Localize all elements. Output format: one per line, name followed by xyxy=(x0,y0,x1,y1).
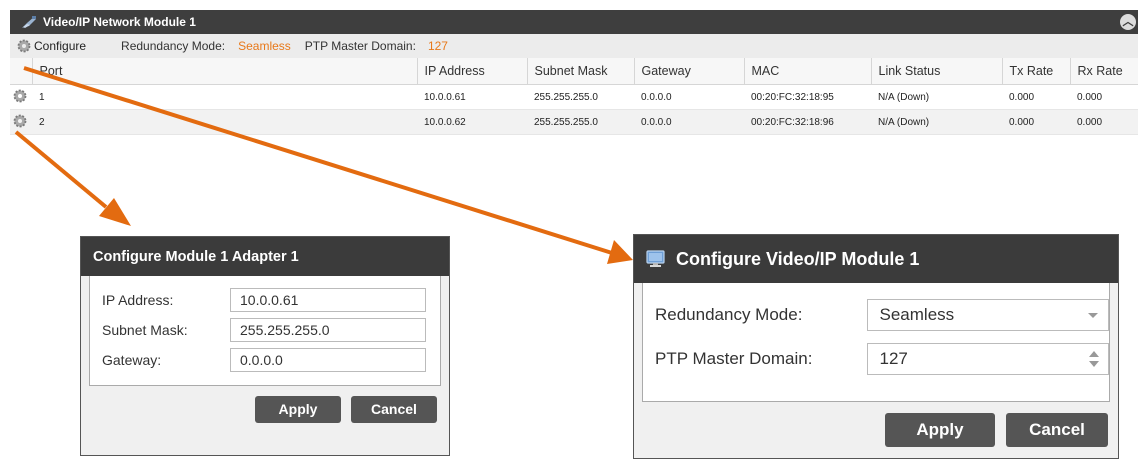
module-dialog-title: Configure Video/IP Module 1 xyxy=(676,248,920,269)
port-cell: 2 xyxy=(32,109,417,135)
configure-module-dialog: Configure Video/IP Module 1 Redundancy M… xyxy=(634,235,1118,458)
tx-rate-cell: 0.000 xyxy=(1002,109,1070,135)
module-titlebar: Video/IP Network Module 1 ︿ xyxy=(10,10,1138,34)
adapter-dialog-body: IP Address: 10.0.0.61 Subnet Mask: 255.2… xyxy=(89,276,441,386)
column-header-mac[interactable]: MAC xyxy=(744,58,872,85)
link-status-cell: N/A (Down) xyxy=(871,84,1002,110)
column-header-link-status[interactable]: Link Status xyxy=(871,58,1003,85)
collapse-up-icon[interactable]: ︿ xyxy=(1120,14,1136,30)
gateway-label: Gateway: xyxy=(102,352,162,368)
redundancy-mode-label: Redundancy Mode: xyxy=(121,39,226,53)
link-status-cell: N/A (Down) xyxy=(871,109,1002,135)
table-row: 1 10.0.0.61 255.255.255.0 0.0.0.0 00:20:… xyxy=(10,84,1138,110)
ip-address-cell: 10.0.0.62 xyxy=(417,109,527,135)
gear-icon[interactable] xyxy=(12,113,28,129)
ip-address-field[interactable]: 10.0.0.61 xyxy=(230,288,426,312)
configure-button[interactable]: Configure xyxy=(16,38,86,54)
module-panel: Video/IP Network Module 1 ︿ Configure Re… xyxy=(10,10,1138,165)
gateway-row: Gateway: 0.0.0.0 xyxy=(90,345,440,375)
module-dialog-footer: Apply Cancel xyxy=(634,402,1118,458)
gear-icon[interactable] xyxy=(12,88,28,104)
monitor-icon xyxy=(646,250,665,267)
rx-rate-cell: 0.000 xyxy=(1070,109,1138,135)
ptp-master-domain-label: PTP Master Domain: xyxy=(655,349,813,368)
table-header-row: Port IP Address Subnet Mask Gateway MAC … xyxy=(10,58,1138,85)
port-cell: 1 xyxy=(32,84,417,110)
column-header-rx-rate[interactable]: Rx Rate xyxy=(1070,58,1138,85)
column-header-subnet-mask[interactable]: Subnet Mask xyxy=(527,58,635,85)
gateway-cell: 0.0.0.0 xyxy=(634,109,744,135)
configure-label: Configure xyxy=(34,39,87,53)
ip-address-label: IP Address: xyxy=(102,292,174,308)
row-gear-cell[interactable] xyxy=(10,109,32,135)
adapter-dialog-footer: Apply Cancel xyxy=(81,386,449,432)
gear-icon xyxy=(17,39,31,53)
subnet-mask-cell: 255.255.255.0 xyxy=(527,109,634,135)
ip-address-cell: 10.0.0.61 xyxy=(417,84,527,110)
row-gear-cell[interactable] xyxy=(10,84,32,110)
redundancy-mode-value: Seamless xyxy=(238,39,291,53)
adapter-dialog-title: Configure Module 1 Adapter 1 xyxy=(81,237,449,276)
ip-address-row: IP Address: 10.0.0.61 xyxy=(90,285,440,315)
ptp-master-domain-stepper[interactable]: 127 xyxy=(866,343,1109,375)
network-module-icon xyxy=(22,16,36,28)
subnet-mask-field[interactable]: 255.255.255.0 xyxy=(230,318,426,342)
subnet-mask-row: Subnet Mask: 255.255.255.0 xyxy=(90,315,440,345)
chevron-down-icon[interactable] xyxy=(1088,313,1098,318)
ptp-master-domain-value: 127 xyxy=(427,39,448,53)
redundancy-mode-label: Redundancy Mode: xyxy=(655,305,803,324)
module-dialog-body: Redundancy Mode: Seamless PTP Master Dom… xyxy=(642,283,1110,402)
ptp-master-domain-label: PTP Master Domain: xyxy=(304,39,416,53)
column-header-port[interactable]: Port xyxy=(32,58,418,85)
subnet-mask-label: Subnet Mask: xyxy=(102,322,188,338)
mac-cell: 00:20:FC:32:18:96 xyxy=(744,109,871,135)
ptp-master-domain-value: 127 xyxy=(879,349,908,368)
module-dialog-titlebar: Configure Video/IP Module 1 xyxy=(634,235,1118,283)
module-title: Video/IP Network Module 1 xyxy=(43,15,196,29)
table-row: 2 10.0.0.62 255.255.255.0 0.0.0.0 00:20:… xyxy=(10,109,1138,135)
configure-adapter-dialog: Configure Module 1 Adapter 1 IP Address:… xyxy=(81,237,449,455)
module-config-bar: Configure Redundancy Mode: Seamless PTP … xyxy=(10,34,1138,58)
apply-button[interactable]: Apply xyxy=(255,395,341,423)
redundancy-mode-selected: Seamless xyxy=(879,305,955,324)
column-header-gateway[interactable]: Gateway xyxy=(634,58,745,85)
spinner-arrows-icon[interactable] xyxy=(1089,350,1099,368)
mac-cell: 00:20:FC:32:18:95 xyxy=(744,84,871,110)
subnet-mask-cell: 255.255.255.0 xyxy=(527,84,634,110)
gear-column-header xyxy=(10,58,33,85)
apply-button[interactable]: Apply xyxy=(885,413,995,447)
tx-rate-cell: 0.000 xyxy=(1002,84,1070,110)
rx-rate-cell: 0.000 xyxy=(1070,84,1138,110)
cancel-button[interactable]: Cancel xyxy=(1006,413,1108,447)
ports-table: Port IP Address Subnet Mask Gateway MAC … xyxy=(10,58,1138,135)
cancel-button[interactable]: Cancel xyxy=(351,395,437,423)
column-header-tx-rate[interactable]: Tx Rate xyxy=(1002,58,1071,85)
redundancy-mode-row: Redundancy Mode: Seamless xyxy=(643,293,1109,337)
gateway-cell: 0.0.0.0 xyxy=(634,84,744,110)
gateway-field[interactable]: 0.0.0.0 xyxy=(230,348,426,372)
redundancy-mode-select[interactable]: Seamless xyxy=(866,299,1109,331)
column-header-ip-address[interactable]: IP Address xyxy=(417,58,528,85)
ptp-master-domain-row: PTP Master Domain: 127 xyxy=(643,337,1109,381)
